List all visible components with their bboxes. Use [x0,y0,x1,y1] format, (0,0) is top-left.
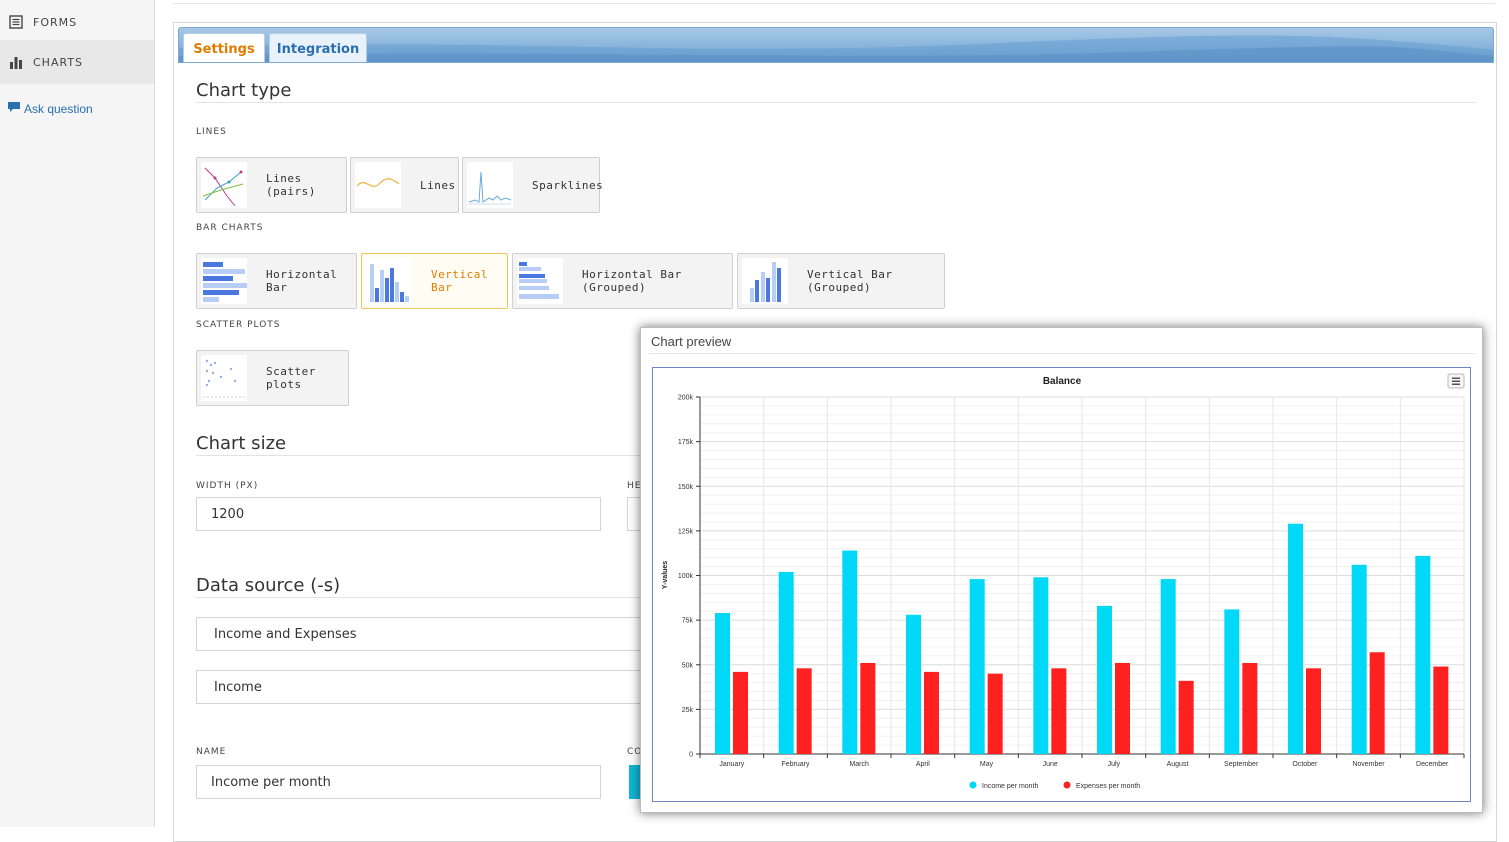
x-tick-label: July [1108,761,1121,768]
width-input[interactable]: 1200 [196,497,601,531]
name-label: NAME [196,747,227,757]
bar-expenses [733,671,748,754]
lines-pairs-thumbnail-icon [201,162,247,208]
tab-integration[interactable]: Integration [269,33,367,62]
chart-type-horizontal-bar[interactable]: Horizontal Bar [196,253,357,309]
sidebar: FORMS CHARTS Ask question [0,0,155,827]
chart-type-vertical-bar[interactable]: Vertical Bar [361,253,508,309]
bar-chart-icon [8,54,24,70]
top-divider [173,3,1495,4]
category-label-scatter-plots: SCATTER PLOTS [196,320,281,330]
legend-marker [1063,781,1071,789]
y-axis-label: Y-values [662,561,669,590]
data-source-select-1[interactable]: Income and Expenses [196,617,666,651]
bar-expenses [1306,668,1321,754]
x-tick-label: September [1224,761,1259,768]
bar-income [906,614,921,754]
chat-bubble-icon [7,101,21,116]
bar-income [1351,564,1367,754]
chart-type-scatter-plots[interactable]: Scatter plots [196,350,349,406]
sidebar-item-forms[interactable]: FORMS [0,0,154,44]
x-tick-label: March [849,761,869,768]
bar-expenses [860,662,876,754]
category-label-lines: LINES [196,127,227,137]
chart-preview-popup: Chart preview 0 25k 50k 75k 100k 125k 150k 175k… [640,327,1483,813]
bar-income [1224,609,1240,754]
legend-marker [969,781,977,789]
x-tick-label: February [781,761,810,768]
x-tick-label: April [916,761,930,768]
vertical-bar-grouped-thumbnail-icon [742,258,788,304]
balance-chart: 0 25k 50k 75k 100k 125k 150k 175k 200k January Feb… [662,373,1465,790]
sidebar-item-label: FORMS [33,15,78,29]
sidebar-item-charts[interactable]: CHARTS [0,40,154,84]
x-tick-label: October [1292,761,1318,768]
tab-settings[interactable]: Settings [183,33,265,62]
bar-income [1415,555,1431,754]
horizontal-bar-thumbnail-icon [201,258,247,304]
bar-expenses [796,668,812,754]
chart-type-sparklines[interactable]: Sparklines [462,157,603,213]
scatter-plots-thumbnail-icon [201,355,247,401]
x-tick-label: November [1352,761,1385,768]
bar-income [1033,577,1049,754]
chart-type-horizontal-bar-grouped[interactable]: Horizontal Bar (Grouped) [512,253,733,309]
divider [649,353,1475,354]
bar-expenses [924,671,939,754]
chart-container: 0 25k 50k 75k 100k 125k 150k 175k 200k January Feb… [652,367,1471,802]
chart-type-lines[interactable]: Lines [350,157,459,213]
bar-income [1160,579,1176,754]
bar-expenses [1178,680,1194,754]
data-source-select-2[interactable]: Income [196,670,666,704]
y-tick-label: 150k [678,484,694,491]
bar-expenses [1433,666,1449,754]
bar-income [1097,605,1112,754]
sparklines-thumbnail-icon [467,162,513,208]
chart-menu-icon[interactable] [1447,373,1465,389]
x-tick-label: May [980,761,994,768]
y-tick-label: 100k [678,573,694,580]
y-tick-label: 25k [682,707,694,714]
ask-question-link[interactable]: Ask question [7,101,93,116]
bar-income [715,612,730,754]
chart-type-lines-pairs[interactable]: Lines (pairs) [196,157,347,213]
bar-expenses [1051,668,1067,754]
bar-expenses [1242,662,1258,754]
width-label: WIDTH (PX) [196,481,259,491]
list-icon [8,14,24,30]
horizontal-bar-grouped-thumbnail-icon [517,258,563,304]
chart-title: Balance [1043,376,1082,387]
sidebar-item-label: CHARTS [33,55,84,69]
x-tick-label: December [1416,761,1449,768]
bar-expenses [1369,652,1385,754]
data-source-title: Data source (-s) [196,575,341,596]
bar-income [1288,523,1303,754]
y-tick-label: 175k [678,439,694,446]
y-tick-label: 75k [682,618,694,625]
chart-size-title: Chart size [196,433,287,454]
y-tick-label: 0 [689,752,693,759]
x-tick-label: August [1167,761,1189,768]
x-tick-label: January [719,761,744,768]
bar-income [969,579,985,754]
name-input[interactable]: Income per month [196,765,601,799]
chart-type-title: Chart type [196,80,292,101]
legend-label: Income per month [982,783,1039,790]
bar-expenses [987,673,1003,754]
bar-income [778,571,794,754]
bar-expenses [1115,662,1130,754]
preview-title: Chart preview [651,334,732,349]
bar-income [842,550,858,754]
lines-thumbnail-icon [355,162,401,208]
category-label-bar-charts: BAR CHARTS [196,223,264,233]
tab-bar: Settings Integration [178,27,1494,63]
vertical-bar-thumbnail-icon [366,258,412,304]
divider [196,102,1476,103]
y-tick-label: 125k [678,528,694,535]
y-tick-label: 200k [678,395,694,402]
x-tick-label: June [1043,761,1058,768]
y-tick-label: 50k [682,662,694,669]
chart-type-vertical-bar-grouped[interactable]: Vertical Bar (Grouped) [737,253,945,309]
legend-label: Expenses per month [1076,783,1140,790]
